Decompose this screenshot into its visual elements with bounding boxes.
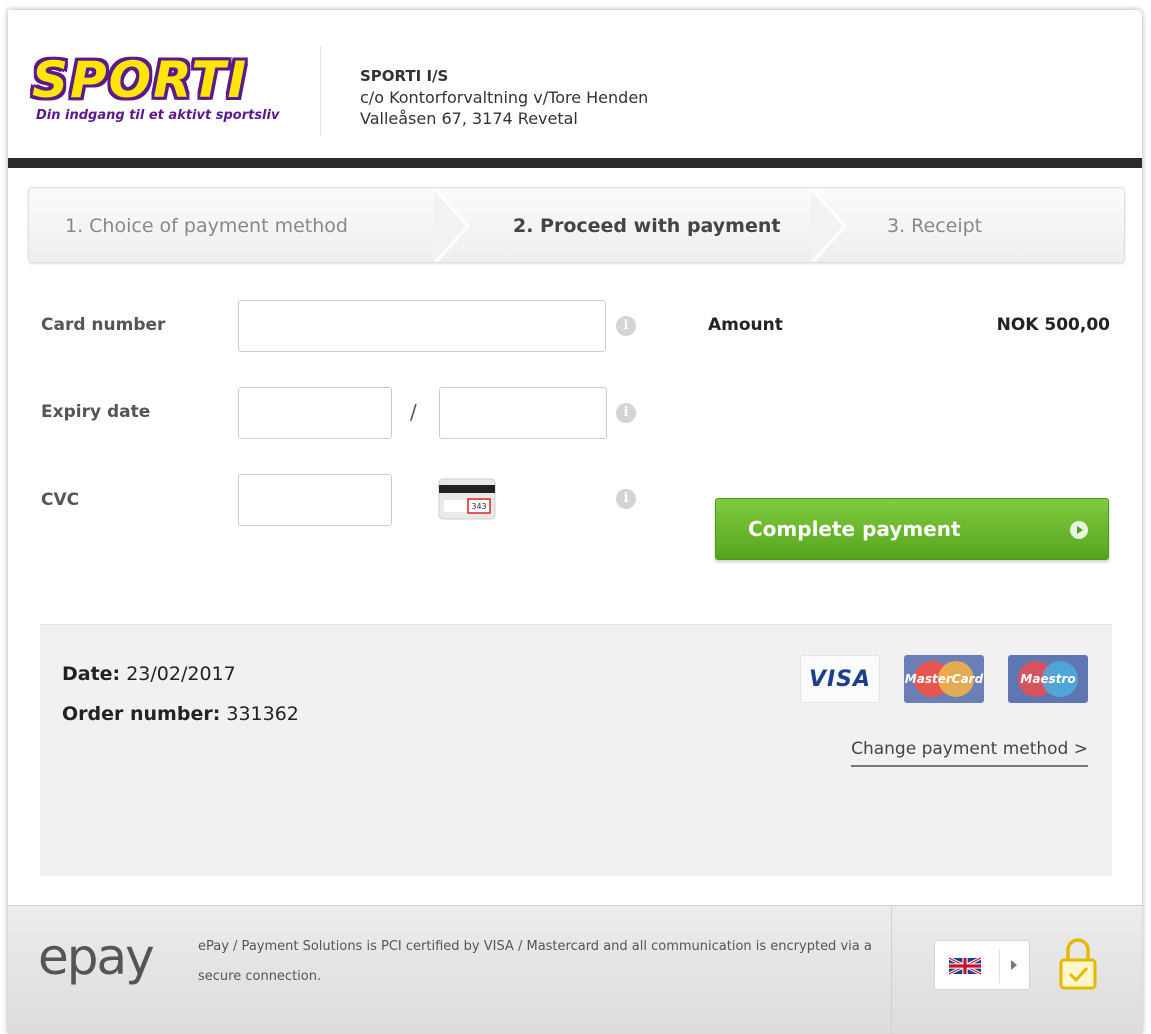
amount-label: Amount xyxy=(708,315,783,335)
expiry-month-input[interactable] xyxy=(238,387,392,439)
info-icon[interactable]: i xyxy=(616,403,636,423)
amount-value: NOK 500,00 xyxy=(996,315,1110,335)
footer-divider xyxy=(891,906,892,1034)
header-bar xyxy=(8,158,1142,168)
header: SPORTI Din indgang til et aktivt sportsl… xyxy=(8,10,1142,158)
caret-right-icon xyxy=(1011,960,1017,970)
order-number-value: 331362 xyxy=(226,703,299,725)
uk-flag-icon xyxy=(949,956,981,976)
mastercard-logo: MasterCard xyxy=(904,655,984,703)
language-selector-divider xyxy=(999,949,1000,983)
expiry-separator: / xyxy=(410,400,417,424)
card-number-label: Card number xyxy=(41,315,166,335)
footer: epay ePay / Payment Solutions is PCI cer… xyxy=(8,905,1142,1034)
order-number: Order number: 331362 xyxy=(62,703,299,725)
step-separator-icon xyxy=(811,188,847,262)
visa-logo: VISA xyxy=(800,655,880,703)
merchant-info: SPORTI I/S c/o Kontorforvaltning v/Tore … xyxy=(360,66,648,129)
info-icon[interactable]: i xyxy=(616,489,636,509)
merchant-address-line-2: Valleåsen 67, 3174 Revetal xyxy=(360,109,578,128)
card-number-input[interactable] xyxy=(238,300,606,352)
expiry-date-label: Expiry date xyxy=(41,402,151,422)
order-date: Date: 23/02/2017 xyxy=(62,663,236,685)
sporti-logo: SPORTI Din indgang til et aktivt sportsl… xyxy=(30,51,308,144)
date-value: 23/02/2017 xyxy=(126,663,236,685)
info-icon[interactable]: i xyxy=(616,316,636,336)
merchant-name: SPORTI I/S xyxy=(360,67,449,85)
expiry-year-input[interactable] xyxy=(439,387,607,439)
mastercard-logo-text: MasterCard xyxy=(904,672,984,686)
payment-window: SPORTI Din indgang til et aktivt sportsl… xyxy=(8,10,1142,1034)
arrow-right-icon xyxy=(1070,521,1088,539)
order-number-label: Order number: xyxy=(62,703,221,725)
change-payment-method-link[interactable]: Change payment method > xyxy=(851,739,1088,767)
header-divider xyxy=(320,46,321,136)
logo-text: SPORTI xyxy=(32,51,249,109)
cvc-label: CVC xyxy=(41,490,80,510)
step-proceed-with-payment: 2. Proceed with payment xyxy=(513,215,781,237)
epay-logo: epay xyxy=(38,928,155,986)
step-choice-of-payment-method[interactable]: 1. Choice of payment method xyxy=(65,188,348,262)
language-selector[interactable] xyxy=(934,940,1030,990)
logo-tagline: Din indgang til et aktivt sportsliv xyxy=(36,108,280,123)
cvc-input[interactable] xyxy=(238,474,392,526)
complete-payment-label: Complete payment xyxy=(748,517,961,541)
maestro-logo-text: Maestro xyxy=(1020,672,1076,686)
order-summary: Date: 23/02/2017 Order number: 331362 VI… xyxy=(40,624,1112,876)
cvc-card-icon: 343 xyxy=(438,478,496,520)
progress-steps: 1. Choice of payment method 2. Proceed w… xyxy=(28,187,1125,263)
security-notice: ePay / Payment Solutions is PCI certifie… xyxy=(198,939,872,984)
maestro-logo: Maestro xyxy=(1008,655,1088,703)
merchant-address-line-1: c/o Kontorforvaltning v/Tore Henden xyxy=(360,88,649,107)
date-label: Date: xyxy=(62,663,121,685)
step-separator-icon xyxy=(434,188,470,262)
complete-payment-button[interactable]: Complete payment xyxy=(715,498,1109,560)
padlock-check-icon xyxy=(1059,938,1097,990)
cvc-sample-text: 343 xyxy=(471,502,486,511)
step-receipt: 3. Receipt xyxy=(887,215,983,237)
